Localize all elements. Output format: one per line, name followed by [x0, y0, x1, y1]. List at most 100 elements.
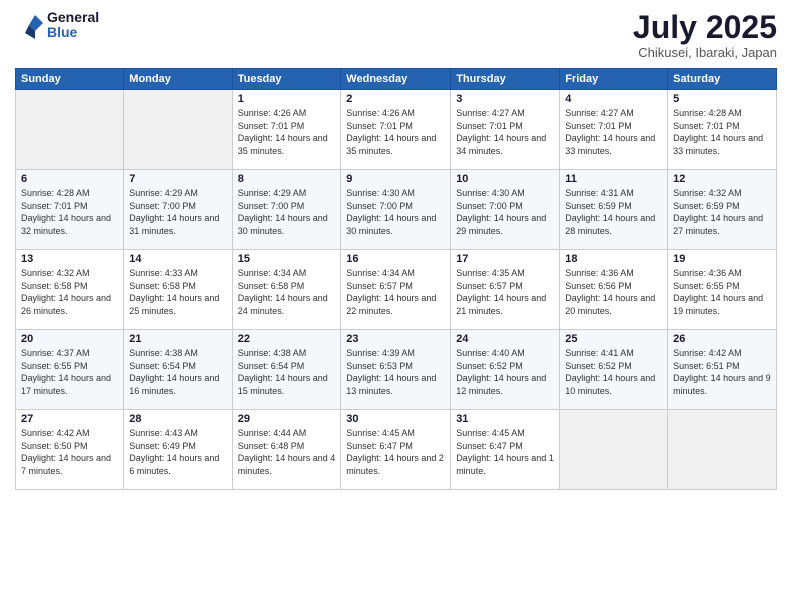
day-number: 16 [346, 253, 445, 265]
calendar-day-cell: 11 Sunrise: 4:31 AMSunset: 6:59 PMDaylig… [560, 170, 668, 250]
day-info: Sunrise: 4:43 AMSunset: 6:49 PMDaylight:… [129, 428, 219, 476]
day-number: 21 [129, 333, 226, 345]
col-tuesday: Tuesday [232, 69, 341, 90]
day-info: Sunrise: 4:36 AMSunset: 6:55 PMDaylight:… [673, 268, 763, 316]
day-number: 29 [238, 413, 336, 425]
calendar-day-cell: 9 Sunrise: 4:30 AMSunset: 7:00 PMDayligh… [341, 170, 451, 250]
day-info: Sunrise: 4:33 AMSunset: 6:58 PMDaylight:… [129, 268, 219, 316]
day-number: 11 [565, 173, 662, 185]
day-info: Sunrise: 4:35 AMSunset: 6:57 PMDaylight:… [456, 268, 546, 316]
day-info: Sunrise: 4:31 AMSunset: 6:59 PMDaylight:… [565, 188, 655, 236]
day-info: Sunrise: 4:32 AMSunset: 6:59 PMDaylight:… [673, 188, 763, 236]
col-sunday: Sunday [16, 69, 124, 90]
day-info: Sunrise: 4:45 AMSunset: 6:47 PMDaylight:… [456, 428, 554, 476]
calendar-day-cell: 3 Sunrise: 4:27 AMSunset: 7:01 PMDayligh… [451, 90, 560, 170]
calendar-day-cell: 31 Sunrise: 4:45 AMSunset: 6:47 PMDaylig… [451, 410, 560, 490]
day-number: 3 [456, 93, 554, 105]
day-info: Sunrise: 4:40 AMSunset: 6:52 PMDaylight:… [456, 348, 546, 396]
day-number: 14 [129, 253, 226, 265]
calendar-day-cell: 30 Sunrise: 4:45 AMSunset: 6:47 PMDaylig… [341, 410, 451, 490]
calendar-day-cell: 7 Sunrise: 4:29 AMSunset: 7:00 PMDayligh… [124, 170, 232, 250]
day-number: 31 [456, 413, 554, 425]
day-info: Sunrise: 4:30 AMSunset: 7:00 PMDaylight:… [346, 188, 436, 236]
day-info: Sunrise: 4:36 AMSunset: 6:56 PMDaylight:… [565, 268, 655, 316]
calendar-day-cell: 1 Sunrise: 4:26 AMSunset: 7:01 PMDayligh… [232, 90, 341, 170]
month-title: July 2025 [633, 10, 777, 45]
calendar-day-cell: 21 Sunrise: 4:38 AMSunset: 6:54 PMDaylig… [124, 330, 232, 410]
day-number: 10 [456, 173, 554, 185]
day-number: 5 [673, 93, 771, 105]
calendar-day-cell: 28 Sunrise: 4:43 AMSunset: 6:49 PMDaylig… [124, 410, 232, 490]
col-wednesday: Wednesday [341, 69, 451, 90]
day-info: Sunrise: 4:34 AMSunset: 6:58 PMDaylight:… [238, 268, 328, 316]
calendar-table: Sunday Monday Tuesday Wednesday Thursday… [15, 68, 777, 490]
calendar-week-row: 6 Sunrise: 4:28 AMSunset: 7:01 PMDayligh… [16, 170, 777, 250]
day-info: Sunrise: 4:29 AMSunset: 7:00 PMDaylight:… [238, 188, 328, 236]
title-area: July 2025 Chikusei, Ibaraki, Japan [633, 10, 777, 60]
calendar-day-cell [124, 90, 232, 170]
calendar-day-cell: 5 Sunrise: 4:28 AMSunset: 7:01 PMDayligh… [668, 90, 777, 170]
calendar-day-cell: 24 Sunrise: 4:40 AMSunset: 6:52 PMDaylig… [451, 330, 560, 410]
logo-icon [15, 11, 43, 39]
calendar-day-cell [668, 410, 777, 490]
calendar-header-row: Sunday Monday Tuesday Wednesday Thursday… [16, 69, 777, 90]
page-header: General Blue July 2025 Chikusei, Ibaraki… [15, 10, 777, 60]
calendar-day-cell: 13 Sunrise: 4:32 AMSunset: 6:58 PMDaylig… [16, 250, 124, 330]
calendar-day-cell: 29 Sunrise: 4:44 AMSunset: 6:48 PMDaylig… [232, 410, 341, 490]
day-number: 4 [565, 93, 662, 105]
day-number: 18 [565, 253, 662, 265]
calendar-day-cell: 17 Sunrise: 4:35 AMSunset: 6:57 PMDaylig… [451, 250, 560, 330]
day-info: Sunrise: 4:42 AMSunset: 6:51 PMDaylight:… [673, 348, 771, 396]
day-info: Sunrise: 4:32 AMSunset: 6:58 PMDaylight:… [21, 268, 111, 316]
day-info: Sunrise: 4:27 AMSunset: 7:01 PMDaylight:… [565, 108, 655, 156]
logo: General Blue [15, 10, 99, 41]
calendar-day-cell: 20 Sunrise: 4:37 AMSunset: 6:55 PMDaylig… [16, 330, 124, 410]
day-number: 28 [129, 413, 226, 425]
day-number: 9 [346, 173, 445, 185]
calendar-day-cell: 16 Sunrise: 4:34 AMSunset: 6:57 PMDaylig… [341, 250, 451, 330]
calendar-day-cell: 14 Sunrise: 4:33 AMSunset: 6:58 PMDaylig… [124, 250, 232, 330]
calendar-day-cell: 18 Sunrise: 4:36 AMSunset: 6:56 PMDaylig… [560, 250, 668, 330]
calendar-day-cell: 6 Sunrise: 4:28 AMSunset: 7:01 PMDayligh… [16, 170, 124, 250]
day-info: Sunrise: 4:34 AMSunset: 6:57 PMDaylight:… [346, 268, 436, 316]
calendar-week-row: 1 Sunrise: 4:26 AMSunset: 7:01 PMDayligh… [16, 90, 777, 170]
day-info: Sunrise: 4:26 AMSunset: 7:01 PMDaylight:… [346, 108, 436, 156]
day-info: Sunrise: 4:27 AMSunset: 7:01 PMDaylight:… [456, 108, 546, 156]
calendar-day-cell: 27 Sunrise: 4:42 AMSunset: 6:50 PMDaylig… [16, 410, 124, 490]
col-thursday: Thursday [451, 69, 560, 90]
calendar-day-cell: 12 Sunrise: 4:32 AMSunset: 6:59 PMDaylig… [668, 170, 777, 250]
day-number: 22 [238, 333, 336, 345]
calendar-day-cell: 19 Sunrise: 4:36 AMSunset: 6:55 PMDaylig… [668, 250, 777, 330]
day-number: 30 [346, 413, 445, 425]
calendar-day-cell [560, 410, 668, 490]
day-number: 20 [21, 333, 118, 345]
day-info: Sunrise: 4:44 AMSunset: 6:48 PMDaylight:… [238, 428, 336, 476]
day-info: Sunrise: 4:28 AMSunset: 7:01 PMDaylight:… [673, 108, 763, 156]
day-number: 24 [456, 333, 554, 345]
col-saturday: Saturday [668, 69, 777, 90]
day-number: 2 [346, 93, 445, 105]
day-number: 19 [673, 253, 771, 265]
calendar-day-cell: 25 Sunrise: 4:41 AMSunset: 6:52 PMDaylig… [560, 330, 668, 410]
calendar-day-cell: 4 Sunrise: 4:27 AMSunset: 7:01 PMDayligh… [560, 90, 668, 170]
day-number: 15 [238, 253, 336, 265]
calendar-week-row: 27 Sunrise: 4:42 AMSunset: 6:50 PMDaylig… [16, 410, 777, 490]
day-info: Sunrise: 4:45 AMSunset: 6:47 PMDaylight:… [346, 428, 444, 476]
day-info: Sunrise: 4:26 AMSunset: 7:01 PMDaylight:… [238, 108, 328, 156]
calendar-day-cell: 15 Sunrise: 4:34 AMSunset: 6:58 PMDaylig… [232, 250, 341, 330]
location-label: Chikusei, Ibaraki, Japan [633, 45, 777, 60]
day-info: Sunrise: 4:41 AMSunset: 6:52 PMDaylight:… [565, 348, 655, 396]
calendar-day-cell: 26 Sunrise: 4:42 AMSunset: 6:51 PMDaylig… [668, 330, 777, 410]
col-monday: Monday [124, 69, 232, 90]
day-info: Sunrise: 4:39 AMSunset: 6:53 PMDaylight:… [346, 348, 436, 396]
day-info: Sunrise: 4:28 AMSunset: 7:01 PMDaylight:… [21, 188, 111, 236]
day-number: 27 [21, 413, 118, 425]
day-info: Sunrise: 4:37 AMSunset: 6:55 PMDaylight:… [21, 348, 111, 396]
logo-text: General Blue [47, 10, 99, 41]
calendar-day-cell: 10 Sunrise: 4:30 AMSunset: 7:00 PMDaylig… [451, 170, 560, 250]
col-friday: Friday [560, 69, 668, 90]
calendar-day-cell [16, 90, 124, 170]
day-number: 17 [456, 253, 554, 265]
calendar-page: General Blue July 2025 Chikusei, Ibaraki… [0, 0, 792, 612]
day-info: Sunrise: 4:38 AMSunset: 6:54 PMDaylight:… [129, 348, 219, 396]
